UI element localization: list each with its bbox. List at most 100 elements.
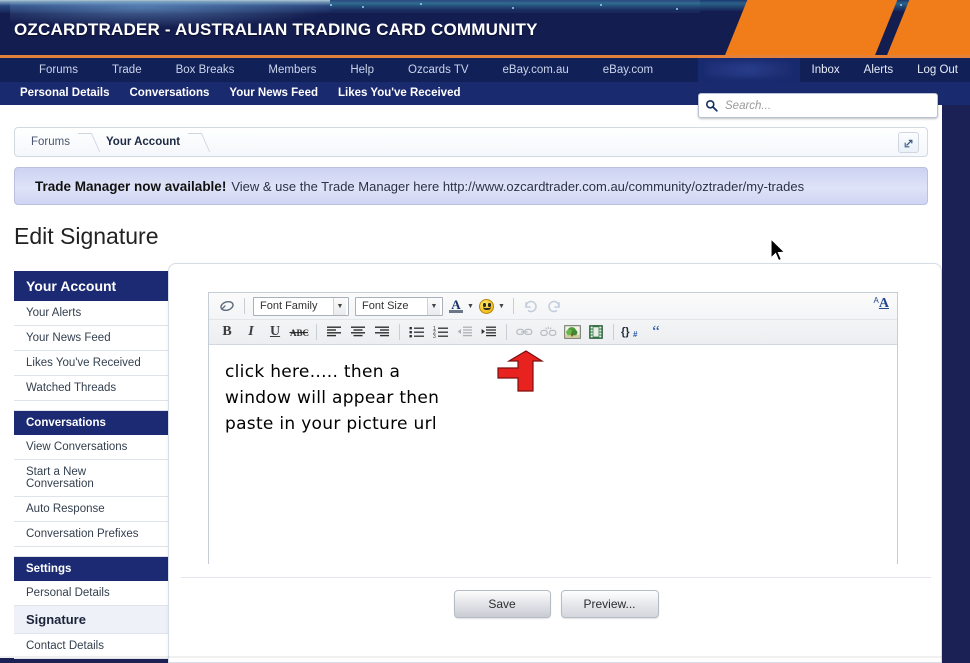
underline-icon[interactable]: U bbox=[264, 322, 286, 342]
align-left-icon[interactable] bbox=[323, 322, 345, 342]
redo-icon[interactable] bbox=[544, 296, 566, 316]
editor-toolbar-row-1: Font Family ▼ Font Size ▼ A ▼ ▼ A A bbox=[209, 293, 897, 319]
page-right-margin bbox=[942, 105, 970, 658]
nav-item-box-breaks[interactable]: Box Breaks bbox=[159, 58, 252, 82]
sidebar-item-auto-response[interactable]: Auto Response bbox=[14, 497, 168, 522]
search-box[interactable] bbox=[698, 93, 938, 118]
subnav-item-personal-details[interactable]: Personal Details bbox=[10, 82, 119, 105]
sidebar-item-personal-details[interactable]: Personal Details bbox=[14, 581, 168, 606]
sidebar-item-conversation-prefixes[interactable]: Conversation Prefixes bbox=[14, 522, 168, 547]
site-title: OZCARDTRADER - AUSTRALIAN TRADING CARD C… bbox=[14, 20, 538, 39]
toolbar-separator bbox=[244, 298, 245, 314]
svg-text:{}: {} bbox=[621, 326, 630, 338]
sidebar-item-your-news-feed[interactable]: Your News Feed bbox=[14, 326, 168, 351]
svg-text:3: 3 bbox=[433, 334, 436, 338]
banner-star bbox=[600, 4, 602, 6]
sidebar-section-title-your-account: Your Account bbox=[14, 271, 168, 301]
preview-button[interactable]: Preview... bbox=[560, 590, 659, 618]
bold-icon[interactable]: B bbox=[216, 322, 238, 342]
save-button[interactable]: Save bbox=[453, 590, 551, 618]
nav-item-forums[interactable]: Forums bbox=[22, 58, 95, 82]
subnav-item-likes-received[interactable]: Likes You've Received bbox=[328, 82, 471, 105]
insert-media-icon[interactable] bbox=[585, 322, 607, 342]
breadcrumb-item-forums[interactable]: Forums bbox=[15, 128, 82, 156]
link-icon[interactable] bbox=[513, 322, 535, 342]
font-family-label: Font Family bbox=[260, 300, 318, 312]
smiley-icon[interactable] bbox=[478, 296, 496, 316]
font-color-icon[interactable]: A bbox=[447, 296, 465, 316]
nav-item-ebay-com-au[interactable]: eBay.com.au bbox=[486, 58, 586, 82]
chevron-down-icon[interactable]: ▼ bbox=[498, 303, 505, 310]
banner-orange-stripe bbox=[723, 0, 899, 56]
banner-star bbox=[330, 4, 332, 6]
font-family-select[interactable]: Font Family ▼ bbox=[253, 296, 349, 316]
align-center-icon[interactable] bbox=[347, 322, 369, 342]
remove-formatting-icon[interactable] bbox=[216, 296, 238, 316]
font-color-letter: A bbox=[451, 297, 461, 312]
code-icon[interactable]: {} # bbox=[620, 322, 644, 342]
banner-star bbox=[362, 6, 364, 8]
chevron-down-icon: ▼ bbox=[427, 297, 440, 315]
notice-text: View & use the Trade Manager here http:/… bbox=[231, 178, 805, 194]
editor-toolbar: Font Family ▼ Font Size ▼ A ▼ ▼ A A B I … bbox=[209, 293, 897, 345]
nav-item-log-out[interactable]: Log Out bbox=[905, 58, 970, 82]
editor-text: click here..... then a window will appea… bbox=[225, 362, 440, 434]
editor-toolbar-row-2: B I U ABC 1 2 3 {} # “ bbox=[209, 319, 897, 344]
subnav-item-your-news-feed[interactable]: Your News Feed bbox=[219, 82, 328, 105]
font-color-swatch bbox=[449, 310, 463, 313]
font-size-select[interactable]: Font Size ▼ bbox=[355, 296, 443, 316]
undo-icon[interactable] bbox=[520, 296, 542, 316]
unlink-icon[interactable] bbox=[537, 322, 559, 342]
editor-action-buttons: Save Preview... bbox=[169, 590, 943, 618]
breadcrumb-item-your-account[interactable]: Your Account bbox=[94, 128, 192, 156]
indent-icon[interactable] bbox=[478, 322, 500, 342]
rich-text-editor: Font Family ▼ Font Size ▼ A ▼ ▼ A A B I … bbox=[208, 292, 898, 590]
nav-item-ozcards-tv[interactable]: Ozcards TV bbox=[391, 58, 486, 82]
nav-item-alerts[interactable]: Alerts bbox=[852, 58, 905, 82]
panel-divider bbox=[181, 577, 931, 578]
italic-icon[interactable]: I bbox=[240, 322, 262, 342]
nav-item-trade[interactable]: Trade bbox=[95, 58, 159, 82]
banner-star bbox=[676, 8, 678, 10]
site-banner: OZCARDTRADER - AUSTRALIAN TRADING CARD C… bbox=[0, 0, 970, 56]
mouse-pointer bbox=[770, 238, 786, 262]
nav-item-inbox[interactable]: Inbox bbox=[800, 58, 852, 82]
toggle-bbcode-main: A bbox=[878, 296, 889, 311]
toolbar-separator bbox=[399, 324, 400, 340]
sidebar-item-watched-threads[interactable]: Watched Threads bbox=[14, 376, 168, 401]
breadcrumb-separator bbox=[82, 128, 94, 156]
nav-item-help[interactable]: Help bbox=[333, 58, 391, 82]
nav-item-user-account[interactable] bbox=[697, 58, 800, 82]
bullet-list-icon[interactable] bbox=[406, 322, 428, 342]
numbered-list-icon[interactable]: 123 bbox=[430, 322, 452, 342]
font-size-label: Font Size bbox=[362, 300, 409, 312]
toggle-bbcode-icon[interactable]: A A bbox=[874, 296, 889, 311]
page-title: Edit Signature bbox=[14, 223, 159, 249]
strikethrough-icon[interactable]: ABC bbox=[288, 322, 310, 342]
insert-image-icon[interactable] bbox=[561, 322, 583, 342]
breadcrumb-expand-button[interactable] bbox=[898, 132, 919, 153]
chevron-down-icon[interactable]: ▼ bbox=[467, 303, 474, 310]
svg-text:#: # bbox=[633, 330, 638, 339]
quote-icon[interactable]: “ bbox=[646, 322, 666, 342]
sidebar-item-view-conversations[interactable]: View Conversations bbox=[14, 435, 168, 460]
main-navigation: Forums Trade Box Breaks Members Help Ozc… bbox=[0, 58, 970, 82]
sidebar-item-signature[interactable]: Signature bbox=[14, 606, 168, 634]
align-right-icon[interactable] bbox=[371, 322, 393, 342]
open-in-new-icon bbox=[904, 139, 912, 147]
nav-item-ebay-com[interactable]: eBay.com bbox=[586, 58, 670, 82]
sidebar-item-your-alerts[interactable]: Your Alerts bbox=[14, 301, 168, 326]
subnav-item-conversations[interactable]: Conversations bbox=[119, 82, 219, 105]
signature-editor-panel: Font Family ▼ Font Size ▼ A ▼ ▼ A A B I … bbox=[168, 263, 942, 663]
search-input[interactable] bbox=[723, 98, 931, 113]
sidebar-item-start-new-conversation[interactable]: Start a New Conversation bbox=[14, 460, 168, 497]
red-up-arrow-annotation bbox=[497, 350, 545, 392]
toolbar-separator bbox=[613, 324, 614, 340]
banner-star bbox=[900, 4, 902, 6]
outdent-icon[interactable] bbox=[454, 322, 476, 342]
sidebar-item-likes-received[interactable]: Likes You've Received bbox=[14, 351, 168, 376]
chevron-down-icon: ▼ bbox=[333, 297, 346, 315]
editor-content-area[interactable]: click here..... then a window will appea… bbox=[209, 345, 897, 590]
page-content: Forums Your Account Trade Manager now av… bbox=[0, 105, 942, 663]
nav-item-members[interactable]: Members bbox=[251, 58, 333, 82]
